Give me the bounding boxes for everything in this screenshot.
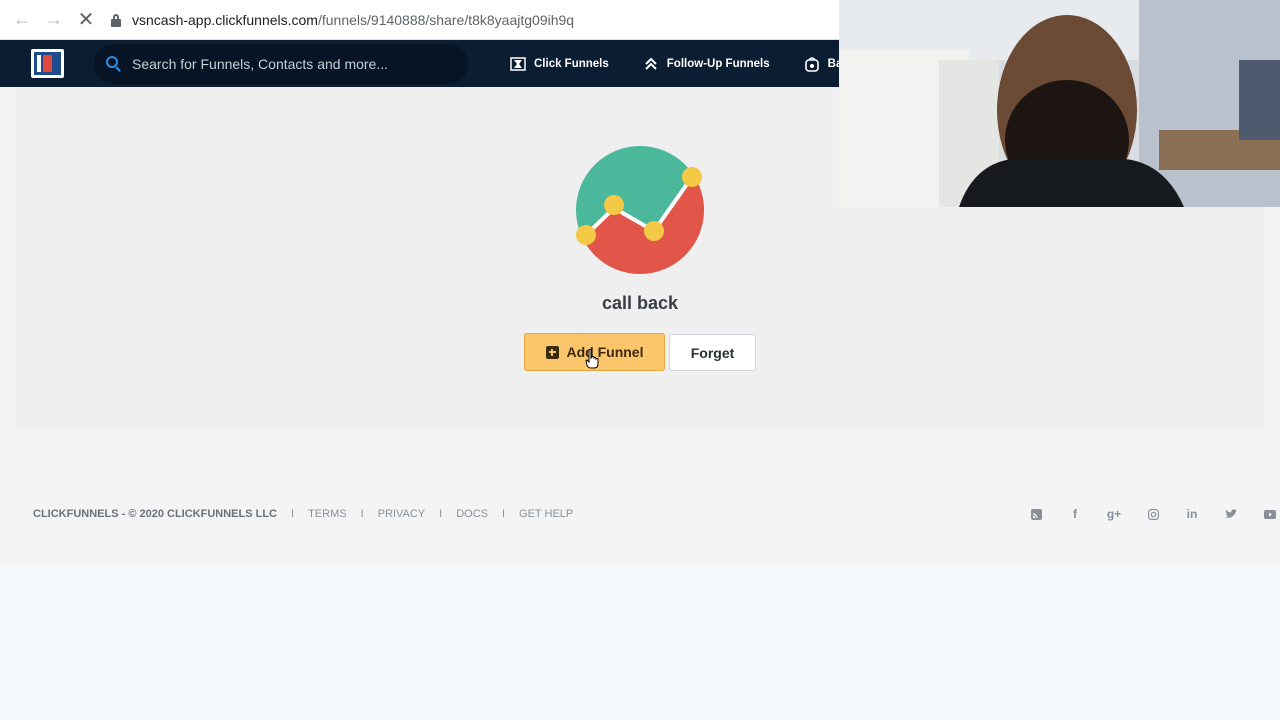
double-chevron-up-icon (643, 56, 659, 72)
footer-separator: I (291, 508, 295, 520)
rss-icon[interactable] (1026, 505, 1046, 523)
lock-icon (110, 13, 122, 27)
youtube-icon[interactable] (1260, 505, 1280, 523)
plus-square-icon (545, 345, 559, 359)
facebook-icon[interactable]: f (1065, 505, 1085, 523)
forget-button[interactable]: Forget (669, 334, 756, 371)
back-arrow-icon[interactable]: ← (6, 4, 38, 36)
backpack-icon (804, 56, 820, 72)
footer-link-docs[interactable]: DOCS (456, 508, 488, 520)
webcam-overlay (839, 0, 1280, 207)
stop-loading-icon[interactable]: ✕ (70, 4, 102, 36)
search-icon (106, 55, 122, 72)
funnel-name: call back (601, 293, 679, 313)
twitter-icon[interactable] (1221, 505, 1241, 523)
footer-link-privacy[interactable]: PRIVACY (378, 508, 425, 520)
footer-copyright: CLICKFUNNELS - © 2020 CLICKFUNNELS LLC (33, 508, 278, 520)
footer-separator: I (360, 508, 364, 520)
funnel-chart-icon (576, 146, 704, 274)
footer-link-get-help[interactable]: GET HELP (519, 508, 573, 520)
footer-separator: I (439, 508, 443, 520)
webcam-video (839, 0, 1280, 207)
google-plus-icon[interactable]: g+ (1104, 505, 1124, 523)
search-input[interactable] (132, 55, 432, 72)
nav-click-funnels[interactable]: Click Funnels (510, 56, 609, 72)
address-bar[interactable]: vsncash-app.clickfunnels.com/funnels/914… (110, 5, 574, 35)
social-links: f g+ in (1007, 505, 1280, 523)
nav-follow-up-funnels[interactable]: Follow-Up Funnels (643, 56, 770, 72)
nav-label: Follow-Up Funnels (666, 57, 770, 70)
footer-link-terms[interactable]: TERMS (308, 508, 347, 520)
linkedin-icon[interactable]: in (1182, 505, 1202, 523)
clickfunnels-logo[interactable] (31, 49, 64, 78)
url-path: /funnels/9140888/share/t8k8yaajtg09ih9q (317, 11, 575, 28)
footer-separator: I (501, 508, 506, 520)
forward-arrow-icon[interactable]: → (38, 4, 70, 36)
url-host: vsncash-app.clickfunnels.com (132, 11, 318, 28)
forget-label: Forget (690, 344, 735, 361)
instagram-icon[interactable] (1143, 505, 1163, 523)
top-nav: Click Funnels Follow-Up Funnels Bac (510, 56, 883, 72)
nav-label: Click Funnels (534, 57, 609, 70)
funnel-icon (510, 56, 526, 72)
add-funnel-label: Add Funnel (566, 344, 644, 360)
search-box[interactable] (94, 43, 468, 84)
page-bottom-area (0, 565, 1280, 720)
hand-cursor-icon (585, 349, 599, 369)
